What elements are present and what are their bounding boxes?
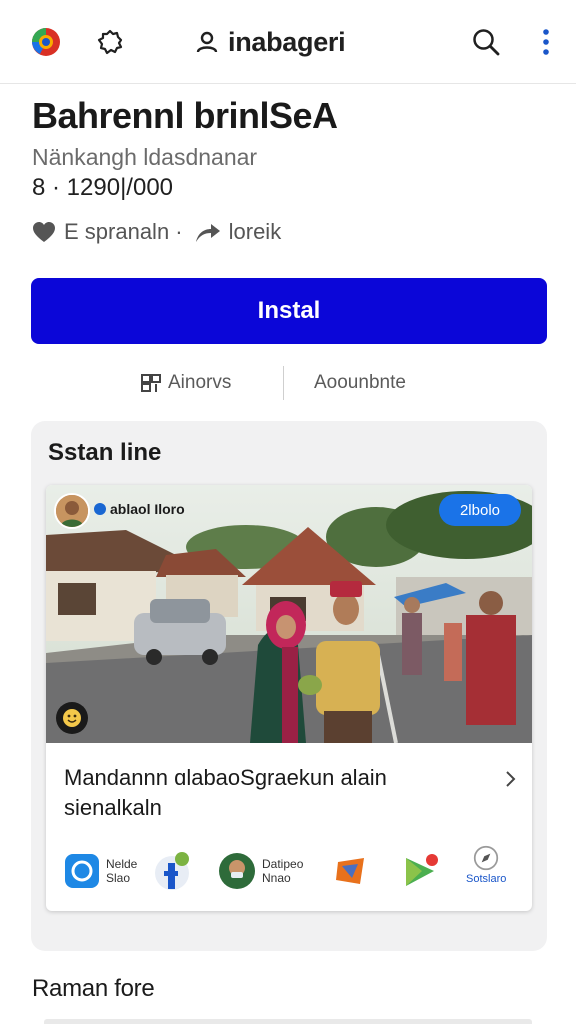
store-title-text: inabageri	[228, 26, 346, 57]
chevron-right-icon[interactable]	[498, 767, 522, 791]
app-sotslaro-label: Sotslaro	[466, 873, 507, 885]
related-app-nelde[interactable]: Nelde Slao	[64, 851, 137, 891]
related-app-sotslaro[interactable]: Sotslaro	[466, 845, 506, 885]
app-nelde-label: Nelde Slao	[106, 857, 138, 885]
app-title: Bahrennl brinlSeA	[32, 95, 338, 136]
search-icon[interactable]	[470, 26, 502, 58]
top-app-bar: inabageri	[0, 0, 576, 84]
related-app-play[interactable]	[402, 851, 440, 891]
profile-app-icon	[219, 853, 255, 889]
play-app-icon	[406, 854, 438, 886]
related-app-shapes[interactable]	[334, 851, 368, 891]
more-section-title: Raman fore	[32, 975, 155, 1002]
share-label[interactable]: loreik	[229, 219, 282, 245]
author-name[interactable]: ablaol Iloro	[110, 501, 185, 517]
share-arrow-icon[interactable]	[195, 221, 221, 243]
section-title: Sstan line	[48, 439, 162, 466]
store-logo-icon[interactable]	[30, 26, 62, 58]
related-app-facebook[interactable]	[152, 851, 192, 891]
link-divider	[283, 366, 284, 400]
orange-app-icon	[336, 858, 364, 884]
related-app-datipeo[interactable]: Datipeo Nnao	[218, 851, 303, 891]
install-button[interactable]: Instal	[31, 278, 547, 344]
account-link-label: Aoounbnte	[314, 372, 406, 393]
chat-app-icon	[65, 854, 99, 888]
action-row: E spranaln · loreik	[32, 216, 281, 248]
compass-icon	[474, 845, 499, 871]
post-header: ablaol Iloro 2lbolo	[46, 485, 532, 535]
follow-button[interactable]: 2lbolo	[439, 494, 521, 526]
store-title: inabageri	[196, 26, 346, 58]
verified-badge-icon	[94, 503, 106, 515]
wishlist-label[interactable]: E spranaln ·	[64, 219, 183, 245]
download-count: 8 · 1290|/000	[32, 174, 174, 201]
social-app-icon	[155, 852, 189, 890]
emoji-reaction-icon[interactable]	[56, 702, 88, 734]
heart-icon[interactable]	[32, 221, 56, 243]
related-apps-row: Nelde Slao Datipeo Nnao Sotslaro	[46, 845, 532, 895]
gear-icon[interactable]	[94, 26, 126, 58]
grid-icon	[141, 374, 161, 392]
next-card-edge	[44, 1019, 532, 1024]
featured-section: Sstan line ablaol Iloro 2lbolo Mandannn …	[31, 421, 547, 951]
developer-name[interactable]: Nänkangh ldasdnanar	[32, 144, 257, 171]
more-vert-icon[interactable]	[530, 26, 562, 58]
about-link-label: Ainorvs	[168, 372, 232, 393]
account-link[interactable]: Aoounbnte	[314, 366, 406, 400]
author-avatar[interactable]	[54, 493, 90, 529]
post-caption[interactable]: Mandannn ɑlabaoSgraekun alain sienalkaln	[64, 763, 484, 823]
secondary-links: Ainorvs Aoounbnte	[0, 366, 576, 400]
about-link[interactable]: Ainorvs	[140, 366, 231, 400]
app-datipeo-label: Datipeo Nnao	[262, 857, 304, 885]
post-card[interactable]: ablaol Iloro 2lbolo Mandannn ɑlabaoSgrae…	[46, 485, 532, 911]
account-icon[interactable]	[196, 30, 218, 54]
